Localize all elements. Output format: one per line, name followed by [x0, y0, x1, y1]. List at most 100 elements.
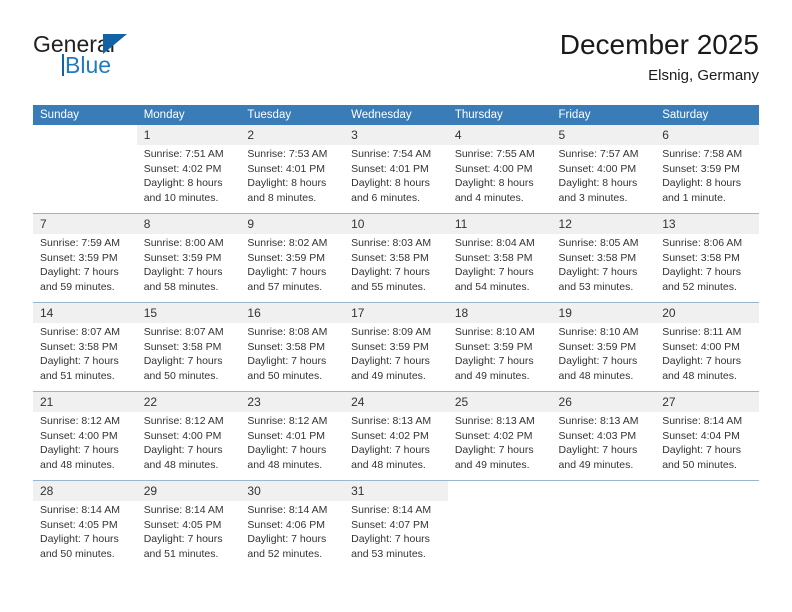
daylight-text: Daylight: 8 hours and 1 minute. — [662, 177, 742, 204]
day-sun-info: Sunrise: 8:07 AM Sunset: 3:58 PM Daylight:… — [137, 323, 241, 383]
day-sun-info: Sunrise: 8:14 AM Sunset: 4:04 PM Daylight:… — [655, 412, 759, 472]
calendar-day-cell[interactable]: 6 Sunrise: 7:58 AM Sunset: 3:59 PM Daylight… — [655, 125, 759, 214]
calendar-empty-cell — [33, 125, 137, 214]
day-sun-info: Sunrise: 8:08 AM Sunset: 3:58 PM Daylight:… — [240, 323, 344, 383]
day-sun-info: Sunrise: 8:13 AM Sunset: 4:02 PM Daylight:… — [448, 412, 552, 472]
calendar-day-cell[interactable]: 7 Sunrise: 7:59 AM Sunset: 3:59 PM Daylight… — [33, 213, 137, 303]
sunset-text: Sunset: 4:00 PM — [558, 162, 637, 175]
day-sun-info: Sunrise: 8:02 AM Sunset: 3:59 PM Daylight:… — [240, 234, 344, 294]
daylight-text: Daylight: 7 hours and 58 minutes. — [143, 266, 223, 293]
sunrise-text: Sunrise: 8:09 AM — [351, 326, 432, 338]
calendar-day-cell[interactable]: 9 Sunrise: 8:02 AM Sunset: 3:59 PM Daylight… — [240, 213, 345, 303]
sunset-text: Sunset: 4:01 PM — [247, 429, 326, 442]
sunset-text: Sunset: 4:01 PM — [351, 162, 429, 175]
calendar-day-cell[interactable]: 3 Sunrise: 7:54 AM Sunset: 4:01 PM Daylight… — [344, 125, 448, 214]
day-number: 14 — [33, 303, 137, 323]
sunset-text: Sunset: 4:05 PM — [40, 518, 118, 531]
calendar-day-cell[interactable]: 28 Sunrise: 8:14 AM Sunset: 4:05 PM Dayligh… — [33, 480, 137, 569]
day-sun-info: Sunrise: 8:10 AM Sunset: 3:59 PM Daylight:… — [448, 323, 552, 383]
logo-accent-bar — [62, 54, 64, 76]
calendar-day-cell[interactable]: 26 Sunrise: 8:13 AM Sunset: 4:03 PM Dayligh… — [551, 391, 656, 481]
calendar-day-cell[interactable]: 24 Sunrise: 8:13 AM Sunset: 4:02 PM Dayligh… — [344, 391, 448, 481]
calendar-day-cell[interactable]: 5 Sunrise: 7:57 AM Sunset: 4:00 PM Daylight… — [551, 125, 656, 214]
sunrise-text: Sunrise: 8:13 AM — [454, 415, 535, 427]
page-title: December 2025 — [559, 29, 759, 60]
calendar-day-cell[interactable]: 23 Sunrise: 8:12 AM Sunset: 4:01 PM Dayligh… — [240, 391, 345, 481]
sunrise-text: Sunrise: 8:12 AM — [247, 415, 328, 427]
weekday-header-monday: Monday — [136, 105, 241, 125]
daylight-text: Daylight: 7 hours and 52 minutes. — [662, 266, 742, 293]
calendar-day-cell[interactable]: 8 Sunrise: 8:00 AM Sunset: 3:59 PM Daylight… — [136, 213, 241, 303]
calendar-day-cell[interactable]: 13 Sunrise: 8:06 AM Sunset: 3:58 PM Dayligh… — [655, 213, 759, 303]
sunrise-text: Sunrise: 7:55 AM — [454, 148, 535, 160]
calendar-day-cell[interactable]: 30 Sunrise: 8:14 AM Sunset: 4:06 PM Dayligh… — [240, 480, 345, 569]
day-sun-info: Sunrise: 8:14 AM Sunset: 4:05 PM Daylight:… — [137, 501, 241, 561]
day-sun-info: Sunrise: 8:10 AM Sunset: 3:59 PM Daylight:… — [552, 323, 656, 383]
calendar-day-cell[interactable]: 10 Sunrise: 8:03 AM Sunset: 3:58 PM Dayligh… — [344, 213, 448, 303]
calendar-day-cell[interactable]: 11 Sunrise: 8:04 AM Sunset: 3:58 PM Dayligh… — [447, 213, 552, 303]
calendar-day-cell[interactable]: 14 Sunrise: 8:07 AM Sunset: 3:58 PM Dayligh… — [33, 302, 137, 392]
calendar-empty-cell — [447, 480, 552, 569]
calendar-empty-cell — [551, 480, 656, 569]
day-number: 29 — [136, 481, 241, 501]
calendar-day-cell[interactable]: 2 Sunrise: 7:53 AM Sunset: 4:01 PM Daylight… — [240, 125, 345, 214]
day-number: 2 — [240, 125, 345, 145]
day-number: 17 — [344, 303, 448, 323]
calendar-day-cell[interactable]: 15 Sunrise: 8:07 AM Sunset: 3:58 PM Dayligh… — [136, 302, 241, 392]
sunrise-text: Sunrise: 8:08 AM — [247, 326, 328, 338]
sunset-text: Sunset: 3:59 PM — [143, 251, 222, 264]
sunrise-text: Sunrise: 8:00 AM — [143, 237, 224, 249]
daylight-text: Daylight: 8 hours and 6 minutes. — [351, 177, 430, 204]
sunset-text: Sunset: 4:05 PM — [143, 518, 222, 531]
general-blue-logo[interactable]: General Blue — [33, 32, 233, 94]
sunrise-text: Sunrise: 8:10 AM — [558, 326, 639, 338]
daylight-text: Daylight: 8 hours and 10 minutes. — [143, 177, 223, 204]
daylight-text: Daylight: 7 hours and 48 minutes. — [247, 444, 327, 471]
sunrise-text: Sunrise: 7:59 AM — [40, 237, 120, 249]
day-number: 8 — [136, 214, 241, 234]
day-number: 16 — [240, 303, 345, 323]
sunset-text: Sunset: 3:59 PM — [558, 340, 637, 353]
day-number: 18 — [447, 303, 552, 323]
day-sun-info: Sunrise: 7:55 AM Sunset: 4:00 PM Daylight:… — [448, 145, 552, 205]
calendar-week-row: 7 Sunrise: 7:59 AM Sunset: 3:59 PM Daylight… — [33, 213, 759, 303]
calendar-day-cell[interactable]: 31 Sunrise: 8:14 AM Sunset: 4:07 PM Dayligh… — [344, 480, 448, 569]
sunrise-text: Sunrise: 8:14 AM — [247, 504, 328, 516]
sunset-text: Sunset: 4:02 PM — [143, 162, 222, 175]
day-sun-info: Sunrise: 8:12 AM Sunset: 4:01 PM Daylight:… — [240, 412, 344, 472]
calendar-day-cell[interactable]: 29 Sunrise: 8:14 AM Sunset: 4:05 PM Dayligh… — [136, 480, 241, 569]
calendar-day-cell[interactable]: 12 Sunrise: 8:05 AM Sunset: 3:58 PM Dayligh… — [551, 213, 656, 303]
calendar-grid: Sunday Monday Tuesday Wednesday Thursday… — [33, 105, 759, 569]
logo-text-blue: Blue — [65, 52, 112, 78]
calendar-day-cell[interactable]: 4 Sunrise: 7:55 AM Sunset: 4:00 PM Daylight… — [447, 125, 552, 214]
sunrise-text: Sunrise: 7:51 AM — [143, 148, 224, 160]
daylight-text: Daylight: 8 hours and 3 minutes. — [558, 177, 638, 204]
sunrise-text: Sunrise: 8:13 AM — [558, 415, 639, 427]
daylight-text: Daylight: 7 hours and 54 minutes. — [454, 266, 534, 293]
day-number: 31 — [344, 481, 448, 501]
calendar-day-cell[interactable]: 25 Sunrise: 8:13 AM Sunset: 4:02 PM Dayligh… — [447, 391, 552, 481]
calendar-day-cell[interactable]: 19 Sunrise: 8:10 AM Sunset: 3:59 PM Dayligh… — [551, 302, 656, 392]
calendar-day-cell[interactable]: 17 Sunrise: 8:09 AM Sunset: 3:59 PM Dayligh… — [344, 302, 448, 392]
calendar-body: 1 Sunrise: 7:51 AM Sunset: 4:02 PM Daylight… — [33, 125, 759, 569]
weekday-header-saturday: Saturday — [655, 105, 759, 125]
calendar-day-cell[interactable]: 18 Sunrise: 8:10 AM Sunset: 3:59 PM Dayligh… — [447, 302, 552, 392]
day-number: 10 — [344, 214, 448, 234]
daylight-text: Daylight: 7 hours and 48 minutes. — [40, 444, 119, 471]
calendar-day-cell[interactable]: 20 Sunrise: 8:11 AM Sunset: 4:00 PM Dayligh… — [655, 302, 759, 392]
sunrise-text: Sunrise: 7:57 AM — [558, 148, 639, 160]
day-sun-info: Sunrise: 8:04 AM Sunset: 3:58 PM Daylight:… — [448, 234, 552, 294]
day-sun-info: Sunrise: 7:53 AM Sunset: 4:01 PM Daylight:… — [240, 145, 344, 205]
sunrise-text: Sunrise: 8:14 AM — [143, 504, 224, 516]
day-number: 7 — [33, 214, 137, 234]
calendar-day-cell[interactable]: 27 Sunrise: 8:14 AM Sunset: 4:04 PM Dayligh… — [655, 391, 759, 481]
calendar-day-cell[interactable]: 21 Sunrise: 8:12 AM Sunset: 4:00 PM Dayligh… — [33, 391, 137, 481]
calendar-day-cell[interactable]: 16 Sunrise: 8:08 AM Sunset: 3:58 PM Dayligh… — [240, 302, 345, 392]
sunset-text: Sunset: 3:58 PM — [143, 340, 222, 353]
calendar-day-cell[interactable]: 1 Sunrise: 7:51 AM Sunset: 4:02 PM Daylight… — [136, 125, 241, 214]
calendar-day-cell[interactable]: 22 Sunrise: 8:12 AM Sunset: 4:00 PM Dayligh… — [136, 391, 241, 481]
sunrise-text: Sunrise: 8:06 AM — [662, 237, 743, 249]
sunrise-text: Sunrise: 8:10 AM — [454, 326, 535, 338]
day-sun-info: Sunrise: 7:57 AM Sunset: 4:00 PM Daylight:… — [552, 145, 656, 205]
daylight-text: Daylight: 7 hours and 49 minutes. — [351, 355, 430, 382]
